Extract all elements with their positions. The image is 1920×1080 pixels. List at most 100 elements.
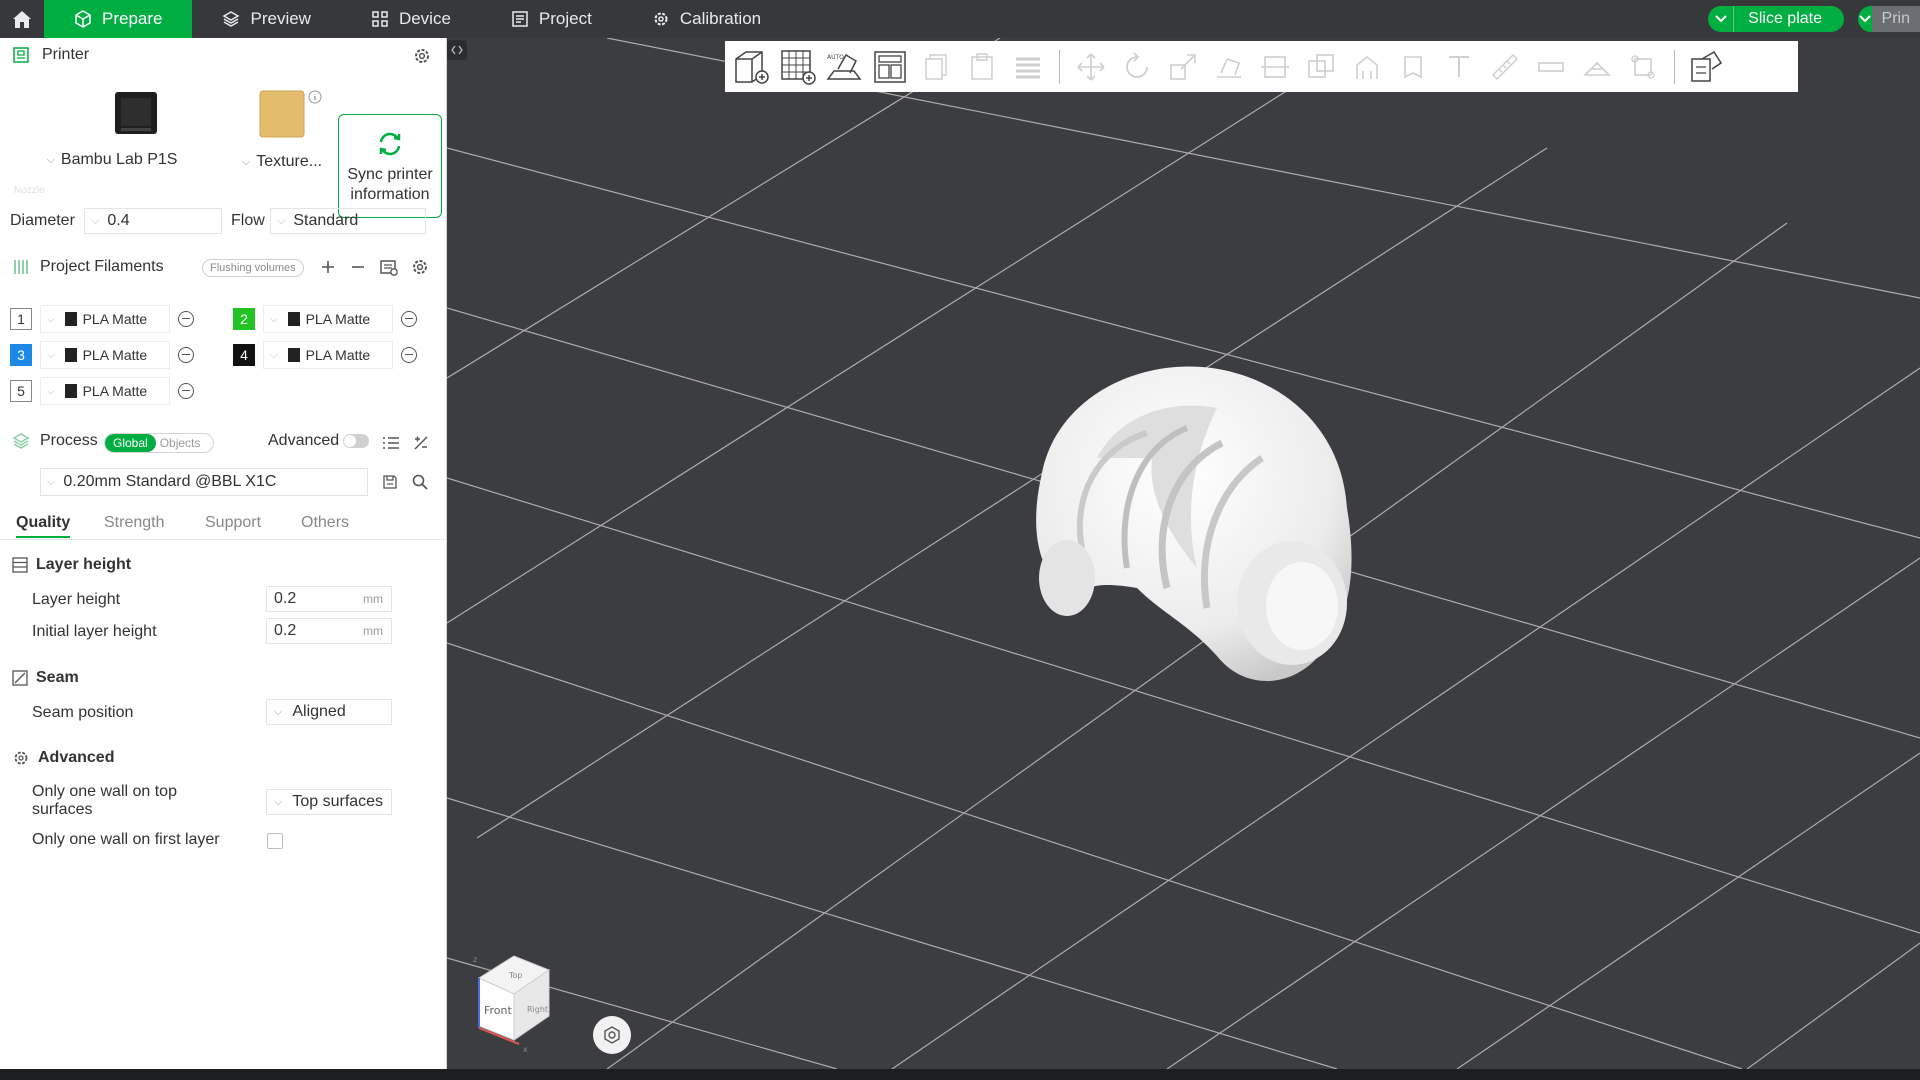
reset-view-button[interactable] xyxy=(593,1016,631,1054)
lay-on-face-button[interactable] xyxy=(1206,44,1252,90)
collapse-sidebar-button[interactable] xyxy=(447,40,467,60)
flow-select[interactable]: ⌵ Standard xyxy=(270,208,426,234)
text-icon xyxy=(1449,55,1469,77)
tab-support[interactable]: Support xyxy=(205,514,261,532)
axis-z-label: z xyxy=(473,955,477,964)
tab-device[interactable]: Device xyxy=(341,0,481,38)
remove-circle-icon[interactable] xyxy=(401,347,417,363)
cut-button[interactable] xyxy=(1252,44,1298,90)
slice-plate-button[interactable]: Slice plate xyxy=(1708,6,1844,32)
initial-layer-height-input[interactable]: 0.2 mm xyxy=(266,618,392,644)
filament-settings-gear-icon[interactable] xyxy=(410,257,430,277)
measure-button[interactable] xyxy=(1482,44,1528,90)
filament-number-badge[interactable]: 2 xyxy=(233,308,255,330)
compare-icon[interactable] xyxy=(412,434,430,452)
initial-layer-height-label: Initial layer height xyxy=(32,623,157,640)
paste-button[interactable] xyxy=(959,44,1005,90)
measure-icon xyxy=(1491,53,1519,80)
add-object-button[interactable] xyxy=(729,44,775,90)
model-object[interactable] xyxy=(947,338,1407,718)
diameter-label: Diameter xyxy=(10,212,75,229)
filament-slot: 2 ⌵ PLA Matte xyxy=(233,305,417,333)
filament-number-badge[interactable]: 4 xyxy=(233,344,255,366)
one-wall-first-layer-checkbox[interactable] xyxy=(267,833,283,849)
split-view-button[interactable] xyxy=(1683,44,1729,90)
filament-number-badge[interactable]: 3 xyxy=(10,344,32,366)
tab-preview[interactable]: Preview xyxy=(192,0,340,38)
filament-sync-icon[interactable] xyxy=(379,257,399,277)
layer-height-group-header: Layer height xyxy=(12,556,131,574)
filament-number-badge[interactable]: 5 xyxy=(10,380,32,402)
tab-others[interactable]: Others xyxy=(301,514,349,532)
scope-objects-button[interactable]: Objects xyxy=(156,434,205,452)
rotate-button[interactable] xyxy=(1114,44,1160,90)
add-plate-button[interactable] xyxy=(775,44,821,90)
move-button[interactable] xyxy=(1068,44,1114,90)
auto-orient-button[interactable]: AUTO xyxy=(821,44,867,90)
chevron-down-icon[interactable] xyxy=(1858,6,1872,32)
seam-position-select[interactable]: ⌵ Aligned xyxy=(266,699,392,725)
tab-quality[interactable]: Quality xyxy=(16,514,71,538)
arrange-button[interactable] xyxy=(867,44,913,90)
add-filament-icon[interactable] xyxy=(320,259,336,275)
seam-paint-button[interactable] xyxy=(1390,44,1436,90)
filament-select[interactable]: ⌵ PLA Matte xyxy=(40,305,170,333)
save-icon[interactable] xyxy=(382,474,398,490)
gear-icon xyxy=(654,12,668,26)
filament-select[interactable]: ⌵ PLA Matte xyxy=(40,341,170,369)
bambu-logo-icon xyxy=(64,384,77,398)
text-shape-button[interactable] xyxy=(1436,44,1482,90)
search-icon[interactable] xyxy=(411,473,429,491)
mesh-boolean-button[interactable] xyxy=(1298,44,1344,90)
remove-circle-icon[interactable] xyxy=(178,383,194,399)
tab-strength[interactable]: Strength xyxy=(104,514,164,532)
flushing-volumes-button[interactable]: Flushing volumes xyxy=(202,258,304,277)
chevron-down-icon: ⌵ xyxy=(47,349,55,361)
print-plate-button[interactable]: Prin xyxy=(1858,6,1920,32)
layers-button[interactable] xyxy=(1005,44,1051,90)
info-icon[interactable] xyxy=(308,90,322,104)
process-preset-select[interactable]: ⌵ 0.20mm Standard @BBL X1C xyxy=(40,468,368,496)
filament-number-badge[interactable]: 1 xyxy=(10,308,32,330)
support-paint-button[interactable] xyxy=(1344,44,1390,90)
brim-ears-button[interactable] xyxy=(1620,44,1666,90)
chevron-down-icon: ⌵ xyxy=(270,313,278,325)
advanced-toggle[interactable] xyxy=(343,434,370,448)
one-wall-top-value: Top surfaces xyxy=(292,793,384,810)
tab-prepare[interactable]: Prepare xyxy=(44,0,193,38)
tab-calibration[interactable]: Calibration xyxy=(622,0,791,38)
plate-type-card[interactable]: ⌵ Texture... xyxy=(232,90,332,190)
remove-filament-icon[interactable] xyxy=(350,259,366,275)
view-orient-icon xyxy=(604,1026,620,1044)
filament-select[interactable]: ⌵ PLA Matte xyxy=(263,305,393,333)
list-icon[interactable] xyxy=(382,435,400,451)
one-wall-top-select[interactable]: ⌵ Top surfaces xyxy=(266,789,392,815)
filament-name: PLA Matte xyxy=(305,311,371,327)
scope-global-button[interactable]: Global xyxy=(105,434,156,452)
variable-layer-button[interactable] xyxy=(1574,44,1620,90)
chevron-down-icon: ⌵ xyxy=(277,214,286,227)
diameter-select[interactable]: ⌵ 0.4 xyxy=(84,208,222,234)
view-cube-top-label: Top xyxy=(508,971,523,980)
filament-select[interactable]: ⌵ PLA Matte xyxy=(40,377,170,405)
seam-position-value: Aligned xyxy=(292,703,346,720)
copy-button[interactable] xyxy=(913,44,959,90)
printer-model-card[interactable]: ⌵ Bambu Lab P1S xyxy=(26,90,226,190)
remove-circle-icon[interactable] xyxy=(178,311,194,327)
seam-paint-icon xyxy=(1404,55,1422,78)
3d-viewport[interactable]: Top Front Right z x xyxy=(447,38,1920,1069)
layer-height-input[interactable]: 0.2 mm xyxy=(266,586,392,612)
filaments-section-title: Project Filaments xyxy=(40,258,164,275)
sync-printer-button[interactable]: Sync printer information xyxy=(338,114,442,218)
remove-circle-icon[interactable] xyxy=(401,311,417,327)
home-button[interactable] xyxy=(0,0,44,38)
tab-project[interactable]: Project xyxy=(481,0,622,38)
remove-circle-icon[interactable] xyxy=(178,347,194,363)
scale-button[interactable] xyxy=(1160,44,1206,90)
printer-settings-gear-icon[interactable] xyxy=(412,46,432,66)
filament-select[interactable]: ⌵ PLA Matte xyxy=(263,341,393,369)
chevron-down-icon[interactable] xyxy=(1708,6,1735,32)
flow-label: Flow xyxy=(231,212,265,229)
view-cube[interactable]: Top Front Right z x xyxy=(459,948,559,1068)
assembly-button[interactable] xyxy=(1528,44,1574,90)
